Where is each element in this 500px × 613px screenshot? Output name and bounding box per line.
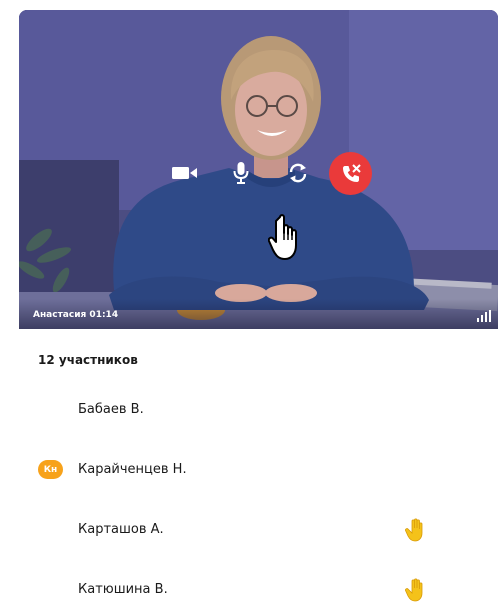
- participant-name: Карташов А.: [78, 522, 164, 537]
- participant-row[interactable]: Кн Карайченцев Н.: [0, 440, 500, 500]
- switch-camera-button[interactable]: [278, 155, 318, 191]
- participant-row[interactable]: Карташов А.: [0, 500, 500, 560]
- call-controls: [165, 152, 375, 195]
- raised-hand-icon: [405, 578, 423, 602]
- speaker-name-timer: Анастасия 01:14: [33, 310, 119, 320]
- hand-pointer-cursor-icon: [268, 214, 297, 260]
- microphone-button[interactable]: [221, 155, 261, 191]
- camera-button[interactable]: [165, 155, 205, 191]
- participants-count: 12 участников: [38, 353, 138, 367]
- avatar: Кн: [38, 460, 63, 479]
- switch-camera-icon: [289, 163, 307, 183]
- raised-hand-icon: [405, 518, 423, 542]
- hang-up-icon: [342, 163, 361, 182]
- participant-name: Катюшина В.: [78, 582, 168, 597]
- video-feed[interactable]: Анастасия 01:14: [19, 10, 498, 329]
- video-call-screen: Анастасия 01:14 12 участников Бабаев В. …: [0, 0, 500, 613]
- camera-icon: [172, 167, 197, 179]
- participant-name: Бабаев В.: [78, 402, 144, 417]
- hang-up-button[interactable]: [329, 152, 372, 195]
- video-caption-bar: Анастасия 01:14: [19, 299, 498, 329]
- participants-list: Бабаев В. Кн Карайченцев Н. Карташов А. …: [0, 380, 500, 613]
- microphone-icon: [233, 162, 249, 184]
- participant-name: Карайченцев Н.: [78, 462, 187, 477]
- participant-row[interactable]: Катюшина В.: [0, 560, 500, 613]
- participant-row[interactable]: Бабаев В.: [0, 380, 500, 440]
- signal-strength-icon: [477, 310, 493, 322]
